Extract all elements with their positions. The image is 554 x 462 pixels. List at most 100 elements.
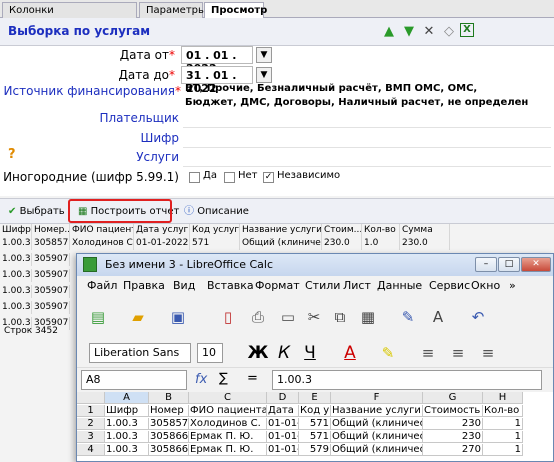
menu-item[interactable]: Файл (87, 279, 117, 292)
spreadsheet-cell[interactable]: Холодинов С. (189, 418, 267, 430)
formula-equals-icon[interactable]: = (247, 371, 258, 386)
spreadsheet-cell[interactable]: 1.00.3 (105, 431, 149, 443)
close-button[interactable]: ✕ (521, 257, 551, 272)
spreadsheet-cell[interactable]: 579 (299, 444, 331, 456)
name-box[interactable]: A8 (81, 370, 187, 390)
font-name-combo[interactable]: Liberation Sans (89, 343, 191, 363)
tab-parameters[interactable]: Параметры (139, 2, 206, 18)
date-to-dropdown-icon[interactable]: ▼ (256, 67, 272, 83)
row-number-header[interactable]: 1 (77, 405, 105, 417)
spreadsheet-cell[interactable]: Стоимость (423, 405, 483, 417)
spreadsheet-cell[interactable]: 1 (483, 431, 523, 443)
spreadsheet-cell[interactable]: 230 (423, 418, 483, 430)
align-right-icon[interactable]: ≡ (477, 342, 499, 364)
payer-label[interactable]: Плательщик (60, 111, 179, 125)
formula-input[interactable]: 1.00.3 (272, 370, 542, 390)
menu-item[interactable]: Формат (255, 279, 300, 292)
maximize-button[interactable]: □ (498, 257, 520, 272)
font-size-combo[interactable]: 10 (197, 343, 223, 363)
spreadsheet-cell[interactable]: Кол-во (483, 405, 523, 417)
tools-icon[interactable]: ✕ (420, 23, 438, 41)
spreadsheet-cell[interactable]: Номер (149, 405, 189, 417)
arrow-down-icon[interactable]: ▼ (400, 23, 418, 41)
highlight-color-icon[interactable]: ✎ (377, 342, 399, 364)
eraser-icon[interactable]: ◇ (440, 23, 458, 41)
open-folder-icon[interactable]: ▰ (127, 306, 149, 328)
excel-icon[interactable]: X (460, 23, 474, 37)
source-label[interactable]: Источник финансирования* (0, 84, 181, 98)
services-field[interactable] (183, 149, 551, 167)
column-letter-header[interactable]: C (189, 392, 267, 404)
sum-icon[interactable]: ∑ (219, 371, 228, 386)
minimize-button[interactable]: – (475, 257, 497, 272)
spreadsheet-cell[interactable]: Ермак П. Ю. (189, 444, 267, 456)
spreadsheet-cell[interactable]: Ермак П. Ю. (189, 431, 267, 443)
spreadsheet-cell[interactable]: Код у (299, 405, 331, 417)
spreadsheet-cell[interactable]: 305866 (149, 444, 189, 456)
save-icon[interactable]: ▣ (167, 306, 189, 328)
menu-item[interactable]: Данные (377, 279, 422, 292)
new-document-icon[interactable]: ▤ (87, 306, 109, 328)
payer-field[interactable] (183, 110, 551, 128)
menu-overflow-icon[interactable]: » (509, 279, 516, 292)
column-letter-header[interactable]: D (267, 392, 299, 404)
menu-item[interactable]: Лист (343, 279, 371, 292)
column-letter-header[interactable]: E (299, 392, 331, 404)
paste-icon[interactable]: ▦ (357, 306, 379, 328)
spreadsheet-cell[interactable]: 01-01- (267, 444, 299, 456)
select-button[interactable]: ✔ Выбрать (4, 203, 69, 221)
font-color-button[interactable]: А (339, 342, 361, 364)
underline-button[interactable]: Ч (299, 342, 321, 364)
menu-item[interactable]: Правка (123, 279, 165, 292)
spreadsheet-cell[interactable]: 01-01- (267, 418, 299, 430)
select-all-corner[interactable] (77, 392, 105, 404)
code-field[interactable] (183, 130, 551, 148)
spreadsheet-cell[interactable]: ФИО пациента (189, 405, 267, 417)
tab-view-columns[interactable]: Колонки представления (2, 2, 137, 28)
spreadsheet-cell[interactable]: Название услуги (331, 405, 423, 417)
checkbox-independent[interactable]: ✓ (263, 172, 274, 183)
spreadsheet-cell[interactable]: Общий (клинически (331, 431, 423, 443)
spreadsheet-cell[interactable]: Общий (клинически (331, 418, 423, 430)
spreadsheet-cell[interactable]: 571 (299, 431, 331, 443)
checkbox-yes[interactable] (189, 172, 200, 183)
row-number-header[interactable]: 3 (77, 431, 105, 443)
date-from-field[interactable]: 01 . 01 . 2022 (181, 46, 253, 75)
menu-item[interactable]: Сервис (429, 279, 470, 292)
column-letter-header[interactable]: H (483, 392, 523, 404)
spreadsheet-cell[interactable]: 01-01- (267, 431, 299, 443)
services-label[interactable]: Услуги (60, 150, 179, 164)
spreadsheet-cell[interactable]: 270 (423, 444, 483, 456)
export-pdf-icon[interactable]: ▯ (217, 306, 239, 328)
copy-icon[interactable]: ⧉ (329, 306, 351, 328)
italic-button[interactable]: К (273, 342, 295, 364)
menu-item[interactable]: Стили (305, 279, 340, 292)
function-wizard-icon[interactable]: fx (195, 372, 207, 387)
spreadsheet-cell[interactable]: 1 (483, 418, 523, 430)
spreadsheet-cell[interactable]: Шифр (105, 405, 149, 417)
column-letter-header[interactable]: G (423, 392, 483, 404)
column-letter-header[interactable]: F (331, 392, 423, 404)
clear-formatting-icon[interactable]: A (427, 306, 449, 328)
print-icon[interactable]: ⎙ (247, 306, 269, 328)
row-number-header[interactable]: 4 (77, 444, 105, 456)
spreadsheet-cell[interactable]: 305866 (149, 431, 189, 443)
menu-item[interactable]: Окно (471, 279, 500, 292)
cut-icon[interactable]: ✂ (303, 306, 325, 328)
checkbox-no[interactable] (224, 172, 235, 183)
spreadsheet-cell[interactable]: 230 (423, 431, 483, 443)
column-letter-header[interactable]: A (105, 392, 149, 404)
date-from-dropdown-icon[interactable]: ▼ (256, 47, 272, 63)
arrow-up-icon[interactable]: ▲ (380, 23, 398, 41)
spreadsheet-cell[interactable]: Дата (267, 405, 299, 417)
spreadsheet-cell[interactable]: 1.00.3 (105, 444, 149, 456)
menu-item[interactable]: Вид (173, 279, 195, 292)
row-number-header[interactable]: 2 (77, 418, 105, 430)
undo-icon[interactable]: ↶ (467, 306, 489, 328)
align-center-icon[interactable]: ≡ (447, 342, 469, 364)
description-button[interactable]: ⓘ Описание (180, 203, 253, 221)
bold-button[interactable]: Ж (247, 342, 269, 364)
menu-item[interactable]: Вставка (207, 279, 254, 292)
spreadsheet-cell[interactable]: Общий (клинически (331, 444, 423, 456)
spreadsheet-cell[interactable]: 1.00.3 (105, 418, 149, 430)
